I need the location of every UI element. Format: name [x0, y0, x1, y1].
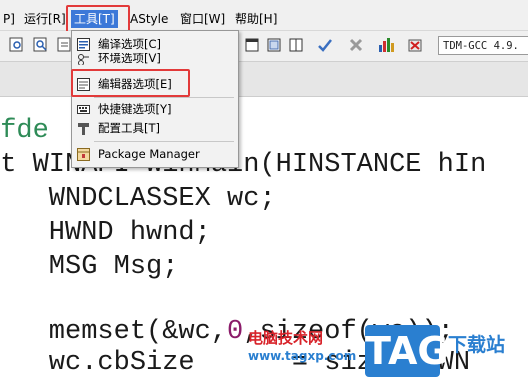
tools-dropdown-menu: 编译选项[C] 环境选项[V] 编辑器选项[E] 快捷键选项[Y] 配置工具[T…: [71, 30, 239, 168]
configure-tools-icon: [76, 121, 90, 135]
watermark-tag-logo: TAG: [365, 325, 449, 377]
layout-icon[interactable]: [287, 36, 305, 54]
menu-item-label: Package Manager: [98, 147, 200, 161]
code-line: HWND hwnd;: [0, 218, 211, 248]
shortcut-keys-icon: [76, 102, 90, 116]
menu-run[interactable]: 运行[R]: [21, 10, 69, 28]
find-icon[interactable]: [8, 36, 26, 54]
menu-item-environment-options[interactable]: 环境选项[V]: [72, 53, 238, 65]
replace-icon[interactable]: [32, 36, 50, 54]
numeric-literal: 0: [227, 317, 244, 347]
watermark-download-text: 下载站: [448, 334, 506, 356]
menu-item-package-manager[interactable]: Package Manager: [72, 144, 238, 164]
menu-separator: [94, 97, 234, 98]
stop-icon[interactable]: [347, 36, 365, 54]
environment-options-icon: [76, 53, 90, 65]
menu-item-editor-options[interactable]: 编辑器选项[E]: [72, 74, 238, 94]
code-line: ifde: [0, 116, 49, 146]
compiler-options-icon: [76, 37, 90, 51]
code-line: MSG Msg;: [0, 252, 179, 282]
menu-item-label: 编译选项[C]: [98, 37, 162, 51]
package-manager-icon: [76, 147, 90, 161]
menu-separator: [94, 141, 234, 142]
watermark-site-name: 电脑技术网: [248, 329, 324, 347]
watermark-url: www.tagxp.com: [248, 349, 357, 363]
menu-window[interactable]: 窗口[W]: [177, 10, 228, 28]
menu-project[interactable]: P]: [0, 10, 18, 28]
menu-item-shortcut-keys[interactable]: 快捷键选项[Y]: [72, 99, 238, 119]
menu-item-label: 快捷键选项[Y]: [98, 102, 172, 116]
editor-options-icon: [76, 77, 90, 91]
menu-astyle[interactable]: AStyle: [127, 10, 171, 28]
menu-item-label: 环境选项[V]: [98, 53, 161, 65]
code-line: WNDCLASSEX wc;: [0, 184, 276, 214]
menu-item-label: 编辑器选项[E]: [98, 77, 172, 91]
chart-icon[interactable]: [378, 36, 396, 54]
menu-bar: P] 运行[R] 工具[T] AStyle 窗口[W] 帮助[H]: [0, 0, 528, 31]
check-syntax-icon[interactable]: [316, 36, 334, 54]
compiler-select[interactable]: TDM-GCC 4.9.: [438, 36, 528, 55]
menu-tools[interactable]: 工具[T]: [71, 10, 118, 28]
menu-item-compiler-options[interactable]: 编译选项[C]: [72, 34, 238, 54]
menu-help[interactable]: 帮助[H]: [232, 10, 280, 28]
delete-icon[interactable]: [406, 36, 424, 54]
menu-item-label: 配置工具[T]: [98, 121, 160, 135]
window-icon[interactable]: [243, 36, 261, 54]
menu-item-configure-tools[interactable]: 配置工具[T]: [72, 118, 238, 138]
fullscreen-icon[interactable]: [265, 36, 283, 54]
